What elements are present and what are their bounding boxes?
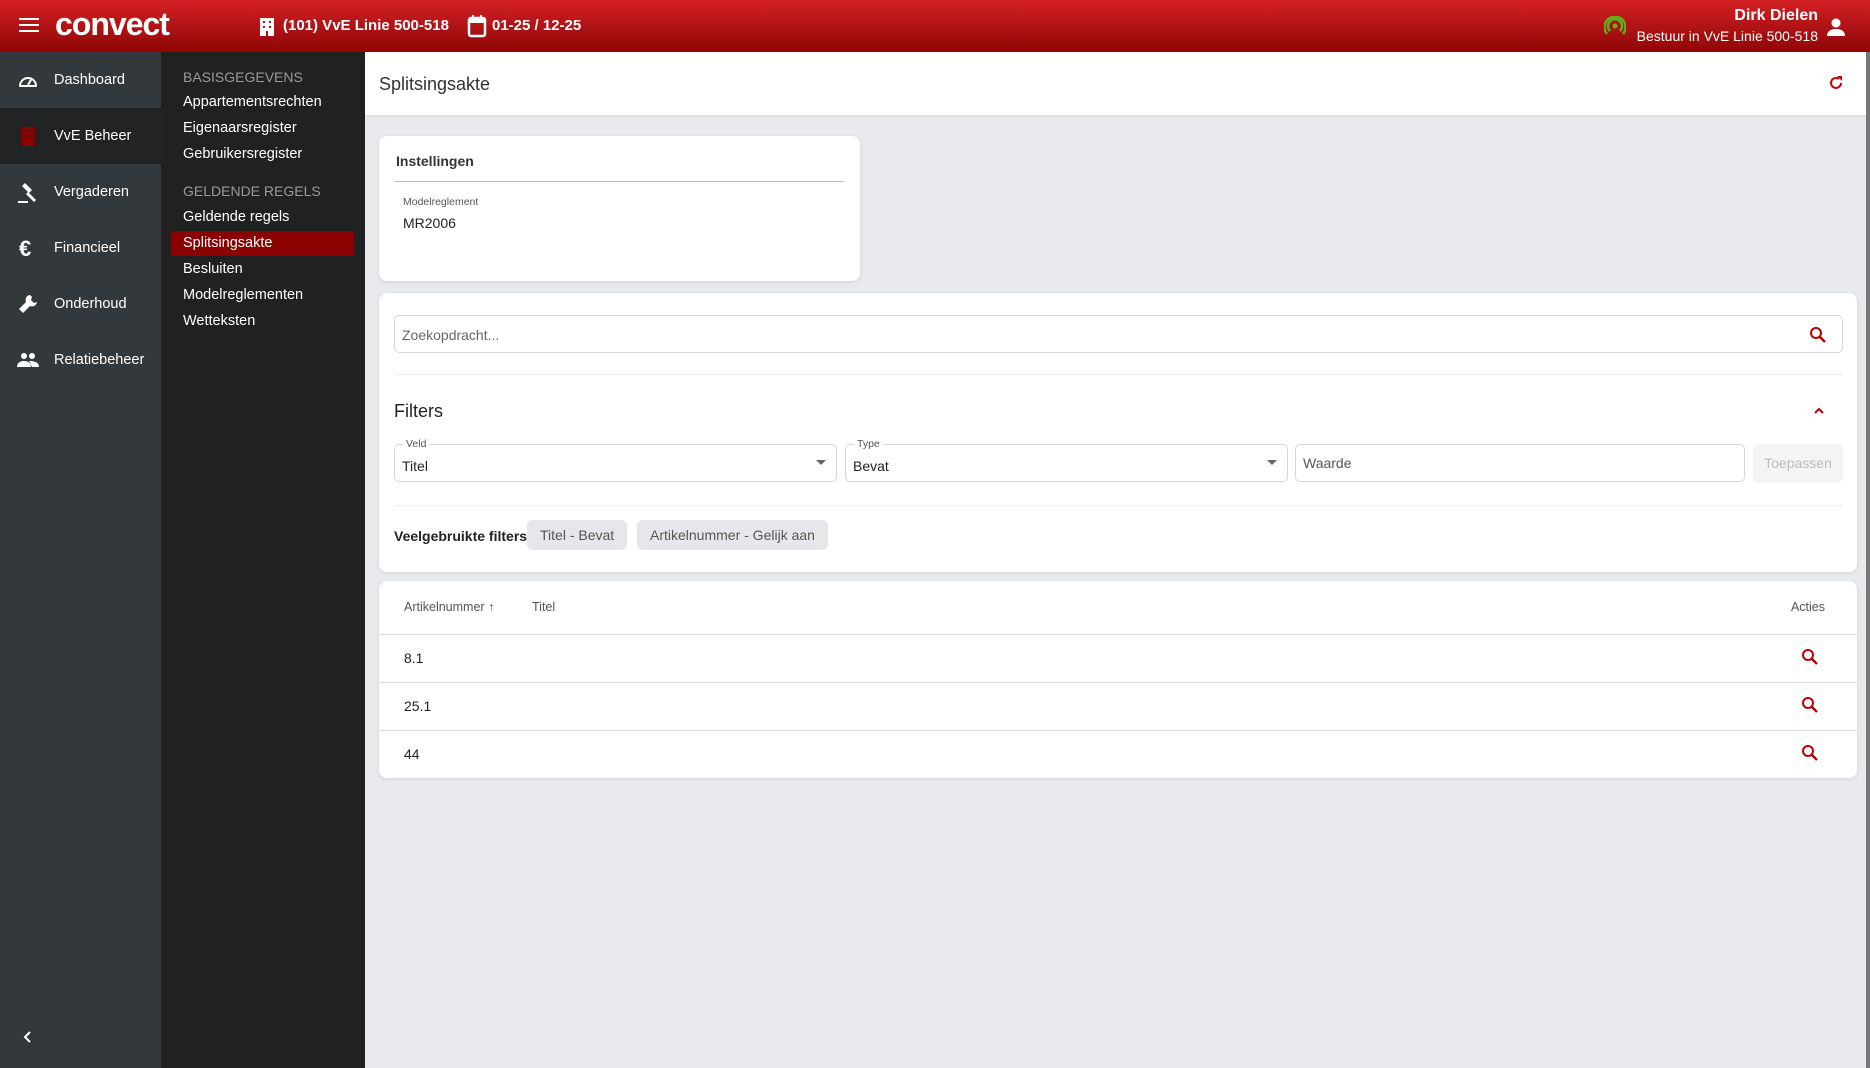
sub-item[interactable]: Appartementsrechten	[171, 90, 354, 115]
type-value: Bevat	[853, 458, 889, 474]
table-row[interactable]: 44	[379, 730, 1857, 778]
sub-item[interactable]: Eigenaarsregister	[171, 116, 354, 141]
nav-dashboard[interactable]: Dashboard	[0, 52, 161, 108]
view-search-icon[interactable]	[1801, 696, 1819, 714]
settings-card: Instellingen Modelreglement MR2006	[379, 136, 860, 281]
divider	[394, 505, 1843, 506]
column-header-artikelnummer[interactable]: Artikelnummer ↑	[404, 600, 494, 614]
sub-item[interactable]: Besluiten	[171, 257, 354, 282]
collapse-filters-icon[interactable]	[1813, 406, 1825, 416]
table-row[interactable]: 25.1	[379, 682, 1857, 730]
sub-item[interactable]: Modelreglementen	[171, 283, 354, 308]
menu-icon[interactable]	[19, 17, 39, 33]
user-icon[interactable]	[1826, 18, 1846, 38]
cell-artikelnummer: 25.1	[404, 698, 432, 714]
view-search-icon[interactable]	[1801, 648, 1819, 666]
gavel-icon	[18, 183, 36, 203]
veld-value: Titel	[402, 458, 428, 474]
type-select[interactable]: Type Bevat	[845, 438, 1288, 482]
calendar-icon	[467, 15, 487, 38]
divider	[394, 374, 1843, 375]
table-row[interactable]: 8.1	[379, 634, 1857, 682]
user-name: Dirk Dielen	[1734, 7, 1818, 24]
collapse-chevron-icon[interactable]	[21, 1030, 35, 1044]
page-header: Splitsingsakte	[365, 52, 1866, 115]
building-icon	[260, 18, 274, 36]
wrench-icon	[19, 295, 37, 313]
nav-label: Financieel	[54, 240, 121, 256]
connection-status-icon	[1604, 16, 1626, 35]
modelreglement-value: MR2006	[403, 215, 456, 231]
sub-heading: BASISGEGEVENS	[183, 69, 303, 85]
people-icon	[17, 353, 39, 367]
nav-label: VvE Beheer	[54, 128, 132, 144]
nav-onderhoud[interactable]: Onderhoud	[0, 276, 161, 332]
apply-button[interactable]: Toepassen	[1753, 444, 1843, 483]
waarde-placeholder: Waarde	[1303, 455, 1352, 471]
divider	[395, 181, 844, 182]
column-header-acties: Acties	[1790, 600, 1825, 614]
nav-vve-beheer[interactable]: VvE Beheer	[0, 108, 161, 164]
dropdown-arrow-icon	[816, 460, 826, 465]
filter-chip[interactable]: Artikelnummer - Gelijk aan	[637, 520, 828, 550]
euro-icon: €	[19, 236, 31, 260]
sub-item[interactable]: Gebruikersregister	[171, 142, 354, 167]
top-bar: convect (101) VvE Linie 500-518 01-25 / …	[0, 0, 1870, 52]
page-title: Splitsingsakte	[379, 74, 491, 94]
sub-item[interactable]: Wetteksten	[171, 309, 354, 334]
nav-label: Vergaderen	[54, 184, 129, 200]
nav-label: Relatiebeheer	[54, 352, 145, 368]
nav-label: Onderhoud	[54, 296, 127, 312]
sub-navigation: BASISGEGEVENS Appartementsrechten Eigena…	[161, 52, 365, 1068]
frequent-filters-label: Veelgebruikte filters	[394, 528, 528, 544]
dashboard-icon	[18, 77, 38, 87]
sort-ascending-icon: ↑	[488, 600, 495, 614]
search-icon[interactable]	[1809, 326, 1826, 343]
period-selector[interactable]: 01-25 / 12-25	[492, 17, 581, 34]
sub-item-active[interactable]: Splitsingsakte	[171, 231, 354, 256]
scrollbar[interactable]	[1866, 52, 1870, 1068]
nav-relatiebeheer[interactable]: Relatiebeheer	[0, 332, 161, 388]
settings-title: Instellingen	[396, 153, 474, 169]
veld-select[interactable]: Veld Titel	[394, 438, 837, 482]
svg-text:€: €	[19, 236, 31, 260]
main-navigation: Dashboard VvE Beheer Vergaderen € Financi…	[0, 52, 161, 1068]
filter-chip[interactable]: Titel - Bevat	[527, 520, 628, 550]
veld-label: Veld	[403, 438, 430, 450]
waarde-input[interactable]: Waarde	[1295, 444, 1745, 482]
nav-vergaderen[interactable]: Vergaderen	[0, 164, 161, 220]
type-label: Type	[854, 438, 883, 450]
column-header-titel[interactable]: Titel	[532, 600, 555, 614]
cell-artikelnummer: 8.1	[404, 650, 424, 666]
dropdown-arrow-icon	[1267, 460, 1277, 465]
modelreglement-label: Modelreglement	[403, 196, 479, 208]
refresh-icon[interactable]	[1828, 75, 1844, 91]
sub-heading: GELDENDE REGELS	[183, 183, 321, 199]
nav-financieel[interactable]: € Financieel	[0, 220, 161, 276]
filters-title: Filters	[394, 401, 443, 421]
search-input[interactable]: Zoekopdracht...	[394, 315, 1843, 353]
search-filter-card: Zoekopdracht... Filters Veld Titel Type Be…	[379, 293, 1857, 572]
results-table: Artikelnummer ↑ Titel Acties 8.1 25.1 44	[379, 581, 1857, 778]
user-role: Bestuur in VvE Linie 500-518	[1636, 28, 1818, 44]
cell-artikelnummer: 44	[404, 746, 420, 762]
view-search-icon[interactable]	[1801, 744, 1819, 762]
sub-item[interactable]: Geldende regels	[171, 205, 354, 230]
nav-label: Dashboard	[54, 72, 125, 88]
search-placeholder: Zoekopdracht...	[402, 327, 500, 343]
vve-selector[interactable]: (101) VvE Linie 500-518	[283, 17, 449, 34]
logo[interactable]: convect	[55, 6, 170, 43]
building-icon	[21, 127, 35, 146]
